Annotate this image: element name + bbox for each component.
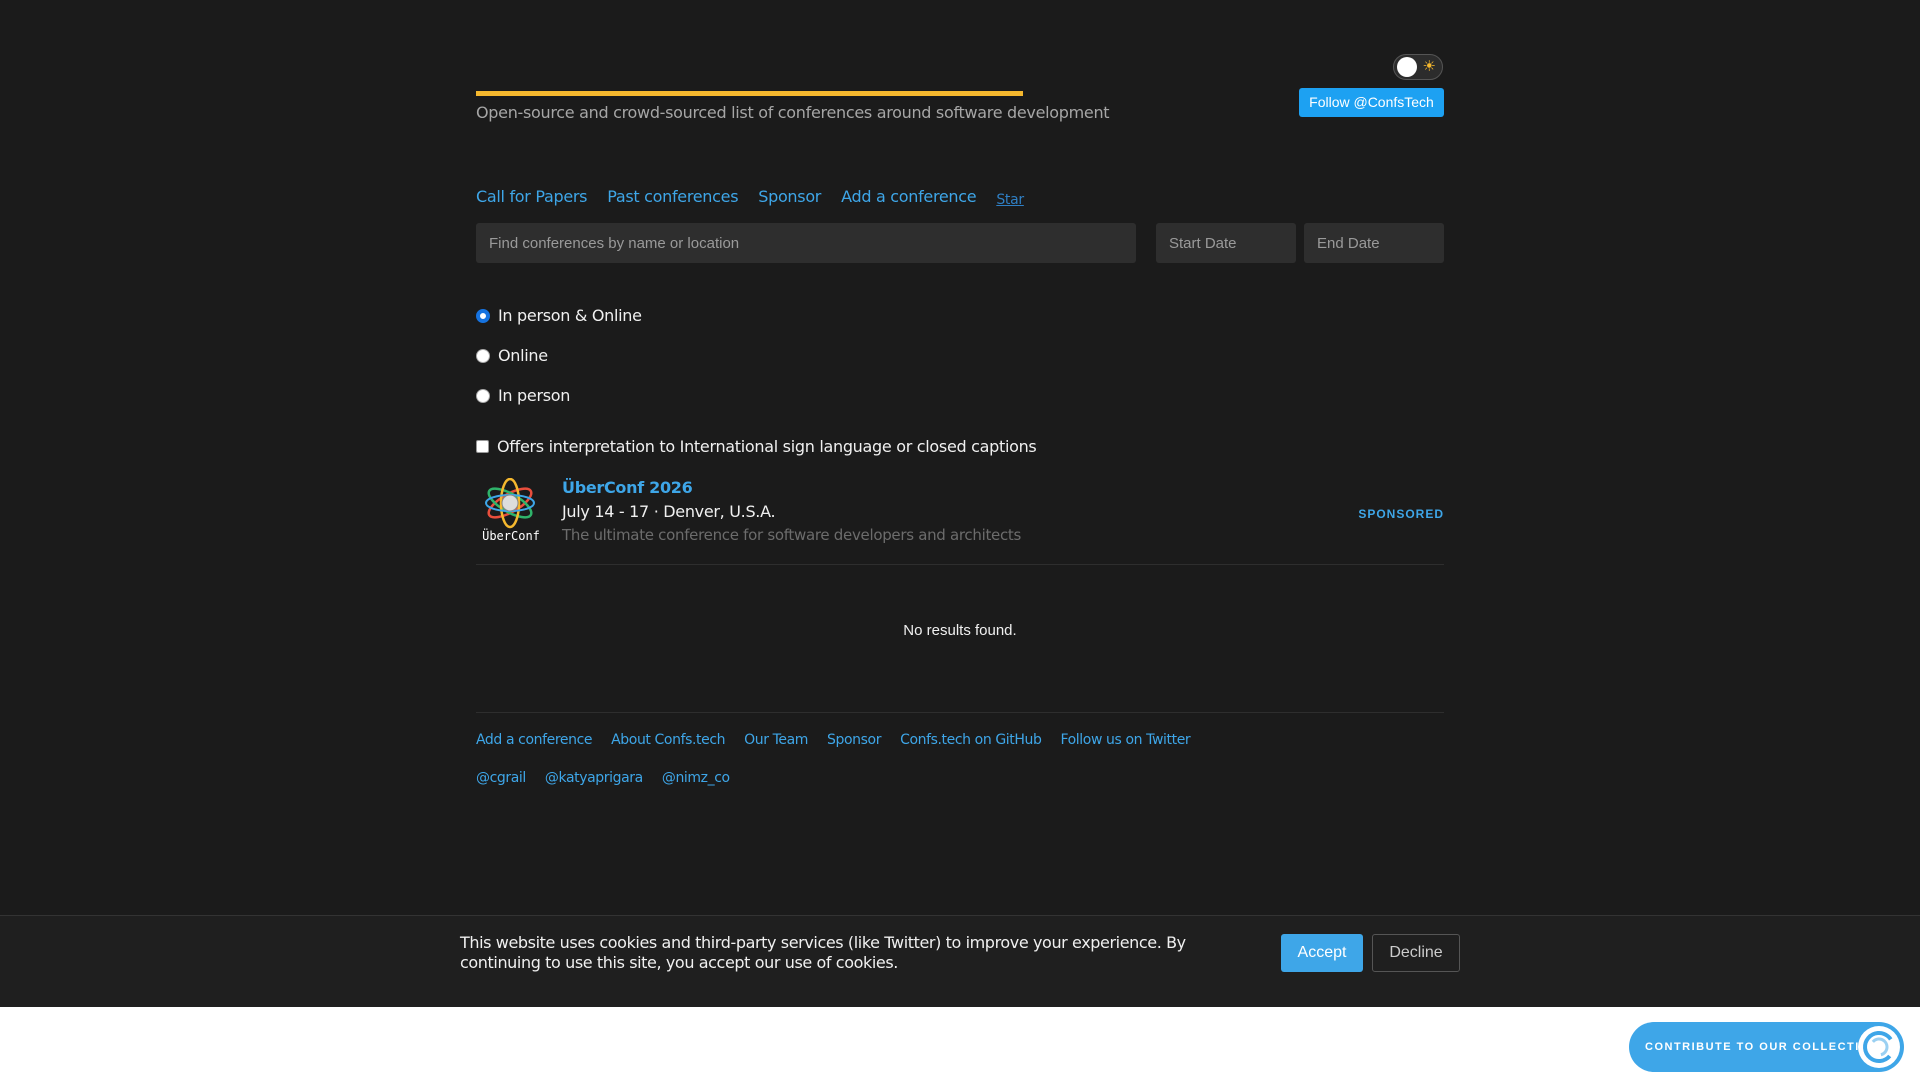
footer-handles: @cgrail @katyaprigara @nimz_co: [476, 770, 749, 786]
footer-links: Add a conference About Confs.tech Our Te…: [476, 732, 1209, 748]
cookie-decline-button[interactable]: Decline: [1372, 934, 1460, 972]
cookie-banner: This website uses cookies and third-part…: [0, 915, 1920, 1007]
radio-label: In person & Online: [498, 306, 642, 325]
results-divider: [476, 564, 1444, 565]
footer-sponsor[interactable]: Sponsor: [827, 732, 881, 748]
toggle-knob: [1397, 57, 1417, 77]
nav-past-conferences[interactable]: Past conferences: [607, 187, 738, 206]
nav-sponsor[interactable]: Sponsor: [758, 187, 821, 206]
sponsored-badge: SPONSORED: [1358, 507, 1444, 521]
header-accent-bar: [476, 91, 1023, 96]
github-star-link[interactable]: Star: [996, 192, 1024, 208]
open-collective-icon: [1858, 1026, 1900, 1068]
atom-logo-icon: ÜberConf: [482, 477, 540, 543]
sun-icon: ☀: [1422, 58, 1436, 75]
contribute-collective-button[interactable]: CONTRIBUTE TO OUR COLLECTIVE: [1629, 1022, 1904, 1072]
radio-button[interactable]: [476, 388, 490, 403]
radio-online[interactable]: Online: [476, 346, 548, 365]
radio-in-person-online[interactable]: In person & Online: [476, 306, 642, 325]
uberconf-logo: ÜberConf: [476, 477, 546, 544]
page-subtitle: Open-source and crowd-sourced list of co…: [476, 103, 1110, 122]
no-results-message: No results found.: [903, 622, 1017, 639]
accessibility-label: Offers interpretation to International s…: [497, 437, 1037, 456]
accessibility-checkbox[interactable]: [476, 440, 489, 453]
sponsored-conference-card: ÜberConf ÜberConf 2026 July 14 - 17 · De…: [476, 477, 1444, 566]
svg-text:ÜberConf: ÜberConf: [482, 527, 540, 543]
theme-toggle[interactable]: ☀: [1393, 54, 1443, 80]
end-date-input[interactable]: [1304, 223, 1444, 263]
main-nav: Call for Papers Past conferences Sponsor…: [476, 187, 1044, 208]
collective-label: CONTRIBUTE TO OUR COLLECTIVE: [1645, 1041, 1878, 1053]
footer-twitter[interactable]: Follow us on Twitter: [1060, 732, 1190, 748]
search-input[interactable]: [476, 223, 1136, 263]
footer-add-conference[interactable]: Add a conference: [476, 732, 593, 748]
footer-github[interactable]: Confs.tech on GitHub: [900, 732, 1042, 748]
radio-button[interactable]: [476, 348, 490, 363]
cookie-accept-button[interactable]: Accept: [1281, 934, 1363, 972]
radio-label: Online: [498, 346, 548, 365]
radio-label: In person: [498, 386, 571, 405]
handle-cgrail[interactable]: @cgrail: [476, 770, 526, 786]
cookie-message: This website uses cookies and third-part…: [460, 933, 1186, 972]
footer-about[interactable]: About Confs.tech: [611, 732, 725, 748]
radio-button-checked[interactable]: [476, 308, 490, 323]
accessibility-filter[interactable]: Offers interpretation to International s…: [476, 437, 1037, 456]
radio-in-person[interactable]: In person: [476, 386, 570, 405]
handle-nimz-co[interactable]: @nimz_co: [662, 770, 730, 786]
handle-katyaprigara[interactable]: @katyaprigara: [545, 770, 643, 786]
sponsored-conference-description: The ultimate conference for software dev…: [562, 526, 1021, 544]
start-date-input[interactable]: [1156, 223, 1296, 263]
footer-divider: [476, 712, 1444, 713]
footer-our-team[interactable]: Our Team: [744, 732, 808, 748]
nav-add-conference[interactable]: Add a conference: [841, 187, 977, 206]
follow-twitter-button[interactable]: Follow @ConfsTech: [1299, 88, 1444, 117]
sponsored-conference-title[interactable]: ÜberConf 2026: [562, 478, 693, 497]
nav-call-for-papers[interactable]: Call for Papers: [476, 187, 588, 206]
sponsored-conference-meta: July 14 - 17 · Denver, U.S.A.: [562, 502, 776, 521]
